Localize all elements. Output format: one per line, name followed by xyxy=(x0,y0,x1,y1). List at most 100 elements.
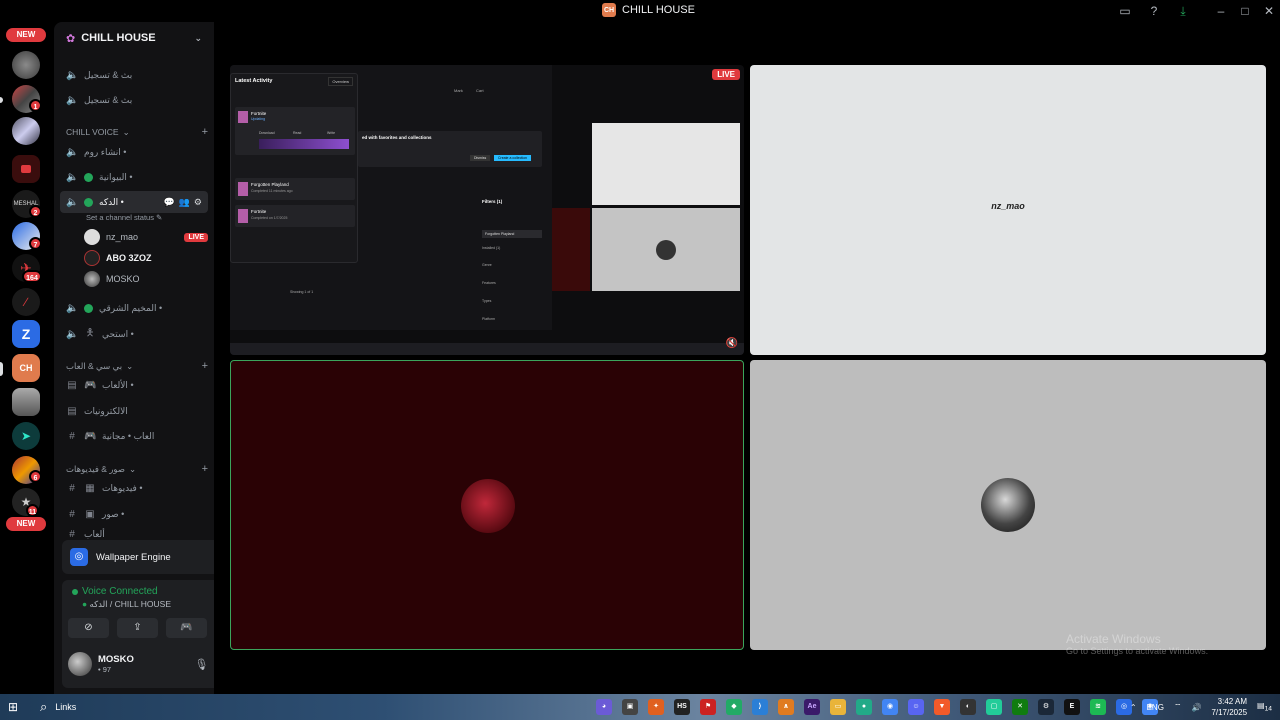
text-channel-free-games[interactable]: # 🎮 العاب • مجانية xyxy=(60,425,208,447)
add-channel-icon[interactable]: + xyxy=(202,126,208,138)
overview-select[interactable]: Overview xyxy=(328,77,353,86)
participant-tile[interactable] xyxy=(750,360,1266,650)
image-icon: ▣ xyxy=(85,508,95,520)
vscode-icon[interactable]: ⟩ xyxy=(752,699,768,715)
server-icon-chill-house[interactable]: CH xyxy=(12,354,40,382)
create-collection-button[interactable]: Create a collection xyxy=(494,155,531,161)
file-explorer-icon[interactable]: ▭ xyxy=(830,699,846,715)
chrome-icon[interactable]: ◉ xyxy=(882,699,898,715)
speaker-icon: 🔈 xyxy=(66,146,79,158)
server-icon[interactable]: ∕ xyxy=(12,288,40,316)
hash-icon: # xyxy=(69,482,75,494)
voice-stage: Latest Activity Overview Fortnite Updati… xyxy=(216,22,1280,694)
app-icon[interactable]: ◕ xyxy=(596,699,612,715)
activity-panel[interactable]: ◎ Wallpaper Engine ▭ xyxy=(62,540,214,574)
dismiss-button[interactable]: Dismiss xyxy=(470,155,491,161)
app-icon[interactable]: ∧ xyxy=(778,699,794,715)
voice-channel-active[interactable]: 🔈 الدكه • 💬 👥 ⚙ xyxy=(60,191,208,213)
participant-tile[interactable]: nz_mao xyxy=(750,65,1266,355)
channel-stream-2[interactable]: 🔈 بث & تسجيل xyxy=(60,89,208,111)
gamepad-icon: 🎮 xyxy=(84,379,97,391)
voice-channel-4[interactable]: 🔈 المخيم الشرقي • xyxy=(60,297,208,319)
epic-games-icon[interactable]: E xyxy=(1064,699,1080,715)
server-rail: NEW 1 MESHAL 2 7 ✈ 164 ∕ Z CH ➤ 6 ★ 11 N… xyxy=(0,22,52,694)
volume-muted-icon[interactable]: 🔇 xyxy=(726,338,738,349)
minimize-icon[interactable]: – xyxy=(1213,3,1229,19)
text-channel-videos[interactable]: # ▦ فيديوهات • xyxy=(60,477,208,499)
chat-icon[interactable]: 💬 xyxy=(163,197,174,208)
app-icon[interactable]: ◐ xyxy=(960,699,976,715)
voice-user[interactable]: ABO 3ZOZ xyxy=(84,248,208,268)
category-chill-voice[interactable]: CHILL VOICE ⌄ + xyxy=(66,126,208,138)
avatar xyxy=(84,271,100,287)
speaker-icon: 🔈 xyxy=(66,328,79,340)
server-icon[interactable] xyxy=(12,51,40,79)
xbox-icon[interactable]: ✕ xyxy=(1012,699,1028,715)
screen-share-tile[interactable]: Latest Activity Overview Fortnite Updati… xyxy=(230,65,744,355)
signal-icon[interactable] xyxy=(72,589,78,595)
share-screen-button[interactable]: ⇪ xyxy=(117,618,158,638)
notification-icon[interactable]: ▤14 xyxy=(1257,701,1272,713)
gear-icon[interactable]: ⚙ xyxy=(194,197,202,208)
server-icon[interactable] xyxy=(12,117,40,145)
clock[interactable]: 3:42 AM 7/17/2025 xyxy=(1211,696,1247,718)
spotify-icon[interactable]: ≋ xyxy=(1090,699,1106,715)
brave-icon[interactable]: ▼ xyxy=(934,699,950,715)
voice-channel-2[interactable]: 🔈 البيوانية • xyxy=(60,166,208,188)
text-channel-images[interactable]: # ▣ صور • xyxy=(60,503,208,525)
app-icon[interactable]: ✦ xyxy=(648,699,664,715)
activities-button[interactable]: 🎮 xyxy=(166,618,207,638)
participant-tile-speaking[interactable] xyxy=(230,360,744,650)
volume-icon[interactable]: 🔊 xyxy=(1191,703,1201,712)
new-badge: NEW xyxy=(6,28,46,42)
channel-status[interactable]: Set a channel status ✎ xyxy=(86,213,162,222)
download-icon[interactable]: ⤓ xyxy=(1175,3,1191,19)
category-media[interactable]: صور & فيديوهات ⌄ + xyxy=(66,463,208,475)
mention-badge: 2 xyxy=(29,205,42,218)
avatar[interactable] xyxy=(68,652,92,676)
video-icon: ▦ xyxy=(85,482,95,494)
close-icon[interactable]: ✕ xyxy=(1261,3,1277,19)
filters-panel: Filters (1) Forgotten Playland Installed… xyxy=(482,199,542,329)
text-channel-games[interactable]: # ألعاب xyxy=(60,527,208,541)
camera-off-button[interactable]: ⊘ xyxy=(68,618,109,638)
voice-user[interactable]: MOSKO xyxy=(84,269,208,289)
inbox-icon[interactable]: ▭ xyxy=(1117,3,1133,19)
voice-user[interactable]: nz_mao LIVE xyxy=(84,227,208,247)
voice-channel-5[interactable]: 🔈 🯅 استحي • xyxy=(60,323,208,345)
add-channel-icon[interactable]: + xyxy=(202,463,208,475)
forum-channel-games[interactable]: ▤ 🎮 الألعاب • xyxy=(60,374,208,396)
steam-icon[interactable]: ⚙ xyxy=(1038,699,1054,715)
server-icon[interactable]: Z xyxy=(12,320,40,348)
server-icon[interactable] xyxy=(12,388,40,416)
discord-icon[interactable]: ☺ xyxy=(908,699,924,715)
add-member-icon[interactable]: 👥 xyxy=(179,197,190,208)
app-icon[interactable]: ⚑ xyxy=(700,699,716,715)
collections-banner: ed with favorites and collections Dismis… xyxy=(358,131,542,167)
chevron-up-icon[interactable]: ⌃ xyxy=(1130,703,1137,712)
app-icon[interactable]: ▢ xyxy=(986,699,1002,715)
microphone-icon[interactable]: 🎙 xyxy=(194,658,208,671)
server-header[interactable]: ✿ CHILL HOUSE ⌄ xyxy=(54,22,214,54)
channel-stream-1[interactable]: 🔈 بث & تسجيل xyxy=(60,64,208,86)
language-indicator[interactable]: ENG xyxy=(1147,703,1164,712)
taskbar-search[interactable]: ⌕ Links xyxy=(40,699,76,715)
folder-icon[interactable] xyxy=(12,155,40,183)
app-icon[interactable]: ▣ xyxy=(622,699,638,715)
add-channel-icon[interactable]: + xyxy=(202,360,208,372)
app-icon[interactable]: ● xyxy=(856,699,872,715)
voice-location[interactable]: ● الدكه / CHILL HOUSE xyxy=(82,599,171,610)
windows-start-icon[interactable]: ⊞ xyxy=(8,700,18,714)
forum-channel-electronics[interactable]: ▤ الالكترونيات xyxy=(60,400,208,422)
help-icon[interactable]: ? xyxy=(1146,3,1162,19)
mention-badge: 164 xyxy=(22,270,42,283)
after-effects-icon[interactable]: Ae xyxy=(804,699,820,715)
server-icon[interactable]: ➤ xyxy=(12,422,40,450)
activate-windows-watermark: Activate Windows Go to Settings to activ… xyxy=(1066,632,1209,656)
maximize-icon[interactable]: □ xyxy=(1237,3,1253,19)
wifi-icon[interactable]: ⌔ xyxy=(1174,702,1182,712)
app-icon[interactable]: ◆ xyxy=(726,699,742,715)
app-icon[interactable]: HS xyxy=(674,699,690,715)
category-pc-games[interactable]: بي سي & العاب ⌄ + xyxy=(66,360,208,372)
voice-channel-create-room[interactable]: 🔈 انشاء روم • xyxy=(60,141,208,163)
